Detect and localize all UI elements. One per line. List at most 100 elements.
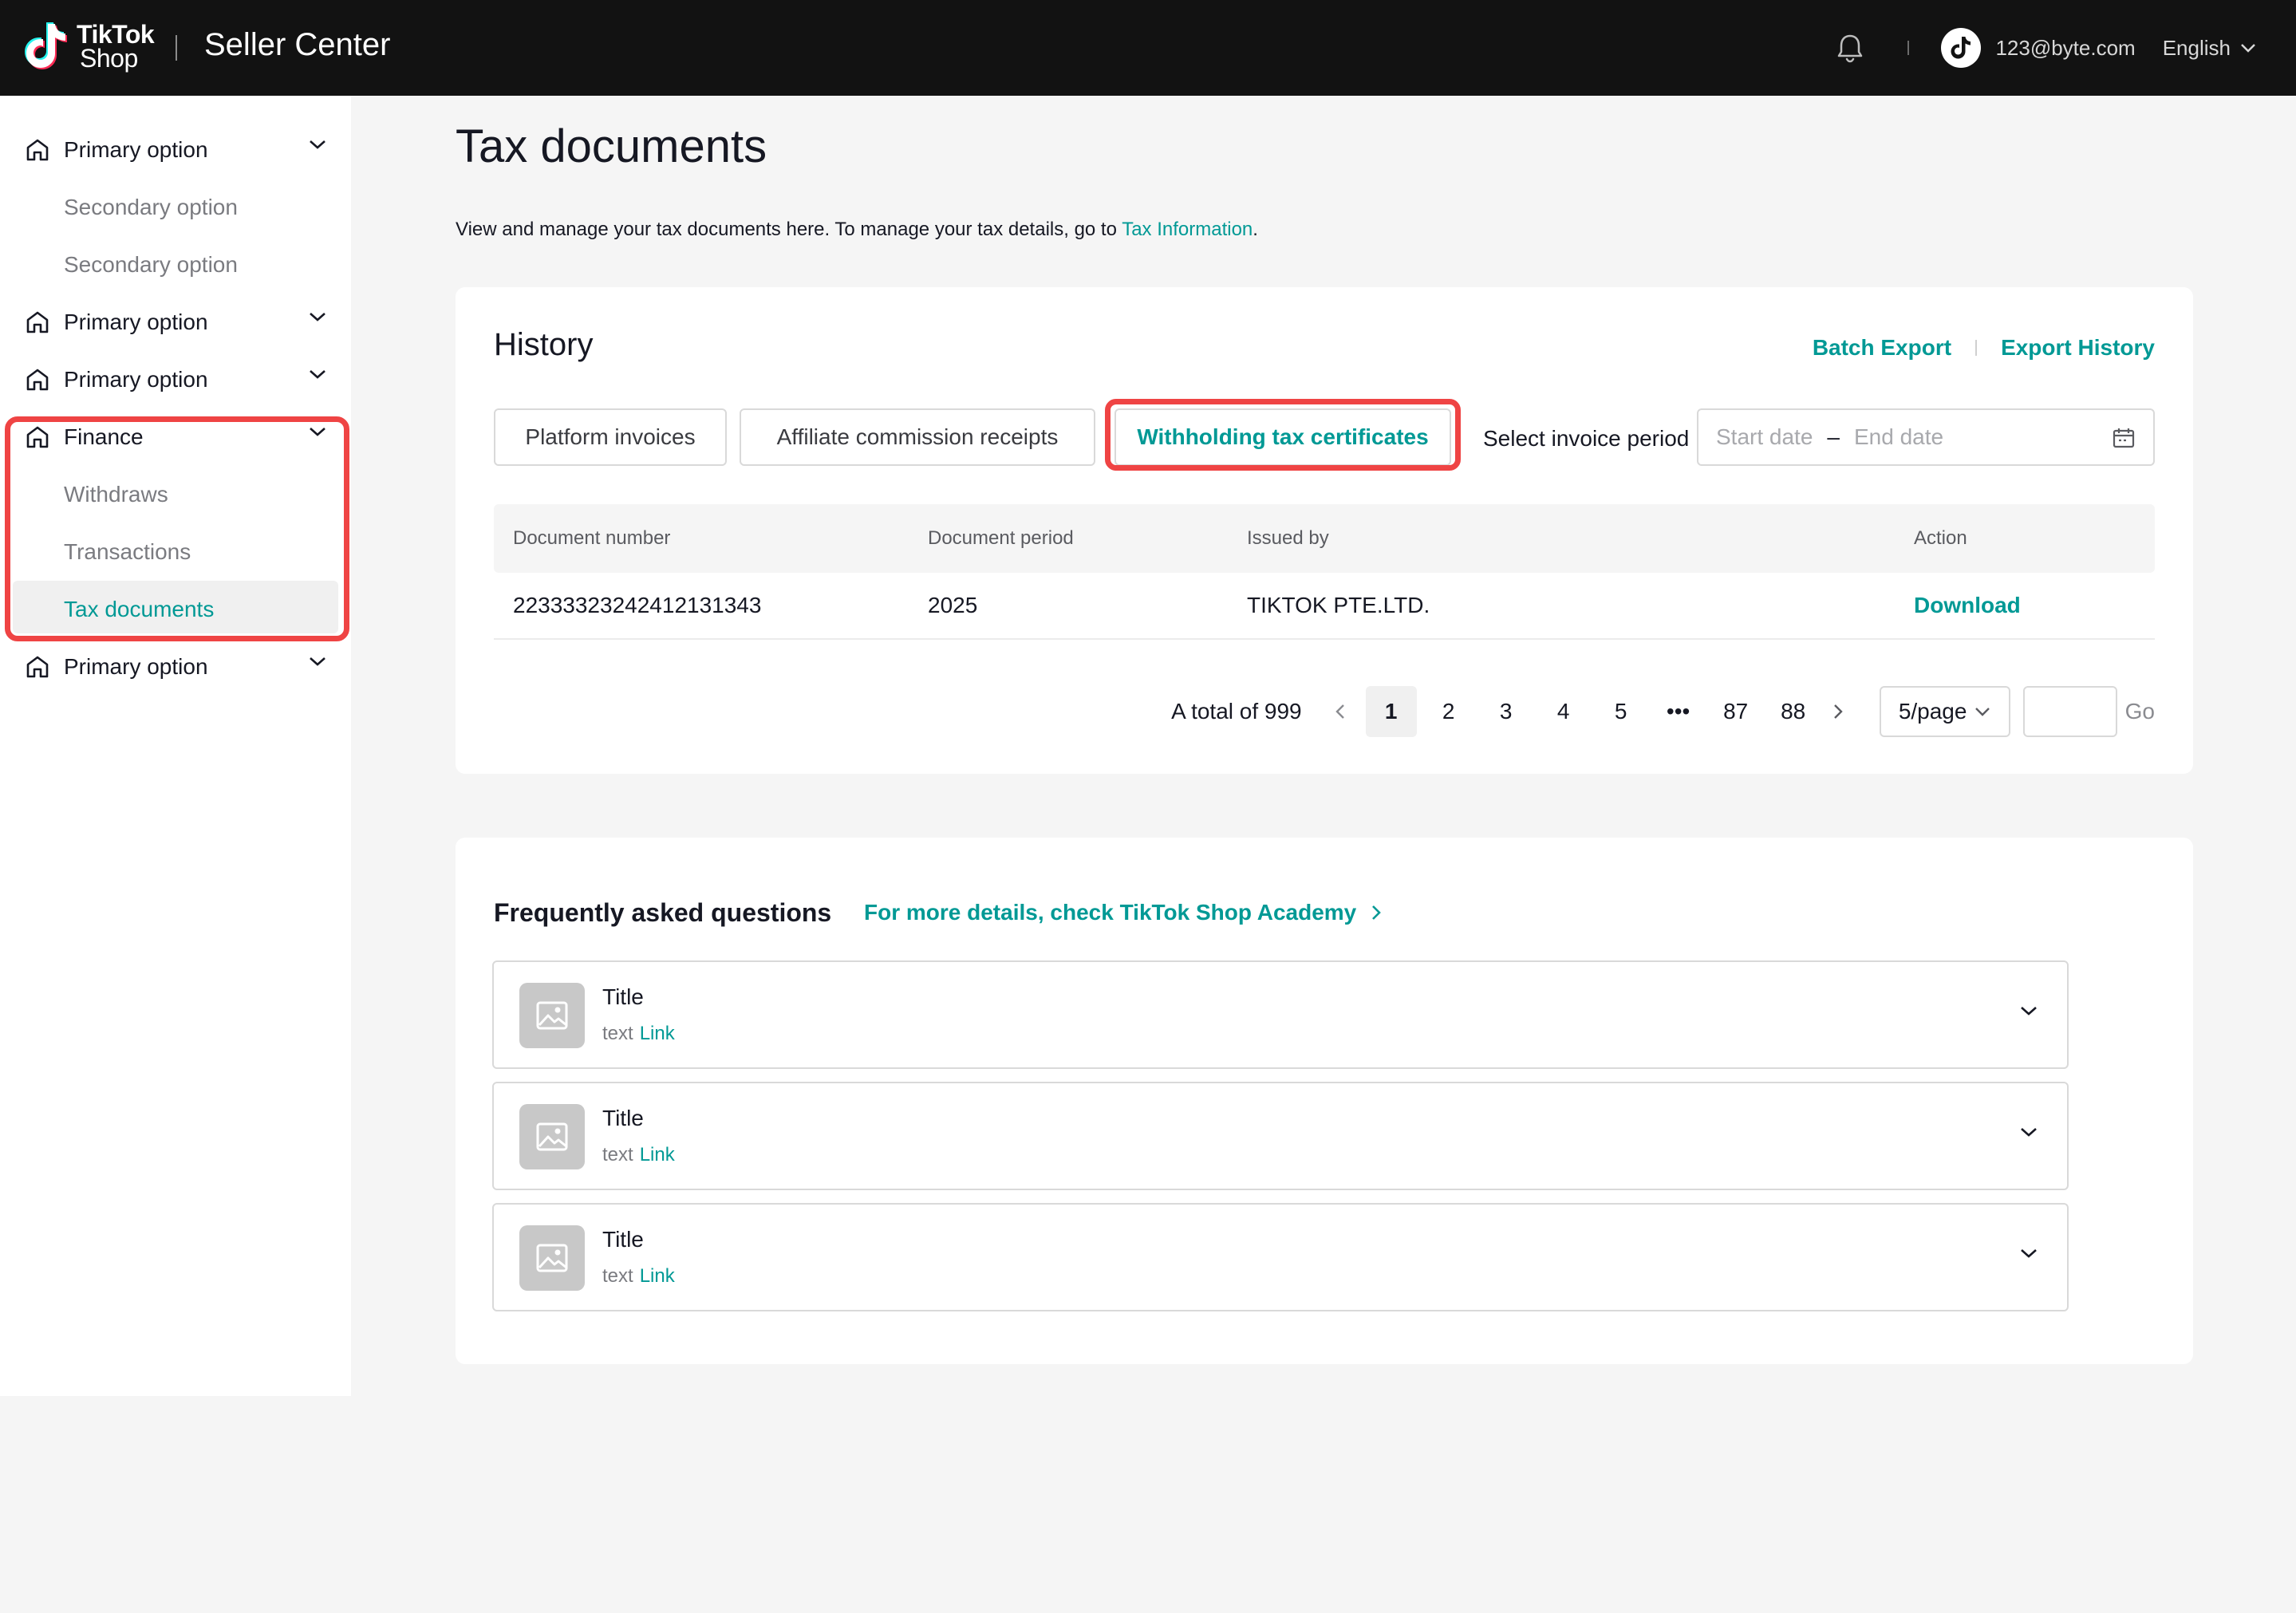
chevron-down-icon xyxy=(310,370,325,379)
prev-page-button[interactable] xyxy=(1321,686,1359,737)
faq-item-title: Title xyxy=(602,1227,644,1252)
tiktok-avatar-icon xyxy=(1951,37,1971,59)
history-card: History Batch Export Export History Plat… xyxy=(456,287,2193,774)
history-actions: Batch Export Export History xyxy=(1813,335,2155,361)
page-title: Tax documents xyxy=(456,120,767,172)
image-placeholder-icon xyxy=(519,1225,585,1291)
export-history-button[interactable]: Export History xyxy=(2001,335,2155,361)
page-description: View and manage your tax documents here.… xyxy=(456,219,1258,241)
tiktok-shop-logo[interactable]: TikTok Shop xyxy=(24,20,155,73)
home-icon xyxy=(26,369,49,391)
sidebar-item-label: Secondary option xyxy=(64,195,238,219)
tax-information-link[interactable]: Tax Information xyxy=(1122,219,1253,240)
logo-divider xyxy=(176,35,177,61)
page-2[interactable]: 2 xyxy=(1423,686,1474,737)
batch-export-button[interactable]: Batch Export xyxy=(1813,335,1951,361)
language-selector[interactable]: English xyxy=(2163,36,2256,61)
go-button[interactable]: Go xyxy=(2125,699,2155,724)
language-label: English xyxy=(2162,35,2231,60)
description-suffix: . xyxy=(1253,219,1258,240)
tab-label: Platform invoices xyxy=(525,424,696,449)
date-range-separator: – xyxy=(1827,424,1840,449)
page-3[interactable]: 3 xyxy=(1481,686,1532,737)
faq-item-text: text xyxy=(602,1265,633,1287)
actions-separator xyxy=(1975,340,1978,356)
history-title: History xyxy=(494,327,594,362)
document-number: 22333323242412131343 xyxy=(513,593,762,617)
page-size-value: 5/page xyxy=(1898,699,1967,724)
pagination: A total of 999 1 2 3 4 5 ••• 87 88 5/pag… xyxy=(1171,686,2155,737)
faq-card: Frequently asked questions For more deta… xyxy=(456,838,2193,1364)
faq-item-link[interactable]: Link xyxy=(640,1265,675,1287)
sidebar-item-label: Primary option xyxy=(64,310,208,334)
sidebar-item-primary-3[interactable]: Primary option xyxy=(24,356,327,404)
invoice-period-label: Select invoice period xyxy=(1483,426,1690,451)
end-date-input[interactable]: End date xyxy=(1854,424,1943,450)
chevron-right-icon xyxy=(1833,704,1843,719)
tab-label: Affiliate commission receipts xyxy=(776,424,1059,449)
column-header: Document number xyxy=(513,527,671,549)
tab-affiliate-commission-receipts[interactable]: Affiliate commission receipts xyxy=(740,408,1095,466)
faq-item[interactable]: Title text Link xyxy=(492,1082,2069,1190)
faq-item[interactable]: Title text Link xyxy=(492,960,2069,1069)
chevron-down-icon xyxy=(2021,1007,2037,1016)
chevron-left-icon xyxy=(1335,704,1344,719)
chevron-down-icon xyxy=(310,140,325,149)
chevron-down-icon xyxy=(2021,1249,2037,1258)
column-header: Action xyxy=(1914,527,1967,549)
image-placeholder-icon xyxy=(519,1104,585,1169)
faq-item-link[interactable]: Link xyxy=(640,1144,675,1165)
document-period: 2025 xyxy=(928,593,978,617)
issued-by: TIKTOK PTE.LTD. xyxy=(1247,593,1430,617)
sidebar-item-primary-2[interactable]: Primary option xyxy=(24,298,327,346)
date-range-picker[interactable]: Start date – End date xyxy=(1697,408,2155,466)
chevron-down-icon xyxy=(310,313,325,321)
account-email[interactable]: 123@byte.com xyxy=(1995,36,2135,61)
start-date-input[interactable]: Start date xyxy=(1716,424,1813,450)
page-jump-input[interactable] xyxy=(2022,686,2117,737)
logo-main-text: TikTok xyxy=(77,20,155,49)
logo-sub-text: Shop xyxy=(80,44,138,73)
chevron-right-icon xyxy=(1372,905,1382,920)
academy-link[interactable]: For more details, check TikTok Shop Acad… xyxy=(864,900,1382,925)
calendar-icon xyxy=(2113,428,2135,448)
bell-icon[interactable] xyxy=(1832,30,1868,65)
sidebar-item-label: Primary option xyxy=(64,367,208,392)
page-5[interactable]: 5 xyxy=(1596,686,1647,737)
avatar[interactable] xyxy=(1941,28,1982,68)
sidebar-item-secondary-1[interactable]: Secondary option xyxy=(64,183,238,231)
sidebar-item-primary-4[interactable]: Primary option xyxy=(24,643,327,691)
faq-item-title: Title xyxy=(602,984,644,1009)
chevron-down-icon xyxy=(2021,1128,2037,1137)
faq-item[interactable]: Title text Link xyxy=(492,1203,2069,1311)
column-header: Issued by xyxy=(1247,527,1329,549)
image-placeholder-icon xyxy=(519,983,585,1048)
chevron-down-icon xyxy=(2241,44,2255,53)
product-name: Seller Center xyxy=(204,27,391,62)
sidebar-item-label: Secondary option xyxy=(64,252,238,277)
sidebar-item-secondary-2[interactable]: Secondary option xyxy=(64,241,238,289)
academy-link-label: For more details, check TikTok Shop Acad… xyxy=(864,900,1357,925)
faq-item-text: text xyxy=(602,1144,633,1165)
page-size-select[interactable]: 5/page xyxy=(1879,686,2010,737)
page-1[interactable]: 1 xyxy=(1365,686,1417,737)
chevron-down-icon xyxy=(310,657,325,666)
tab-platform-invoices[interactable]: Platform invoices xyxy=(494,408,727,466)
home-icon xyxy=(26,139,49,161)
home-icon xyxy=(26,656,49,678)
download-link[interactable]: Download xyxy=(1914,571,2021,640)
next-page-button[interactable] xyxy=(1819,686,1857,737)
page-87[interactable]: 87 xyxy=(1710,686,1761,737)
page-4[interactable]: 4 xyxy=(1538,686,1589,737)
top-bar: TikTok Shop Seller Center 123@byte.com E… xyxy=(0,0,2296,96)
sidebar-item-primary-1[interactable]: Primary option xyxy=(24,126,327,174)
table-row: 22333323242412131343 2025 TIKTOK PTE.LTD… xyxy=(494,571,2155,640)
total-count: A total of 999 xyxy=(1171,699,1302,724)
home-icon xyxy=(26,311,49,333)
faq-item-text: text xyxy=(602,1023,633,1044)
page-ellipsis[interactable]: ••• xyxy=(1653,686,1704,737)
tiktok-logo-icon xyxy=(25,22,67,69)
faq-item-link[interactable]: Link xyxy=(640,1023,675,1044)
sidebar-item-label: Primary option xyxy=(64,137,208,162)
page-88[interactable]: 88 xyxy=(1768,686,1819,737)
